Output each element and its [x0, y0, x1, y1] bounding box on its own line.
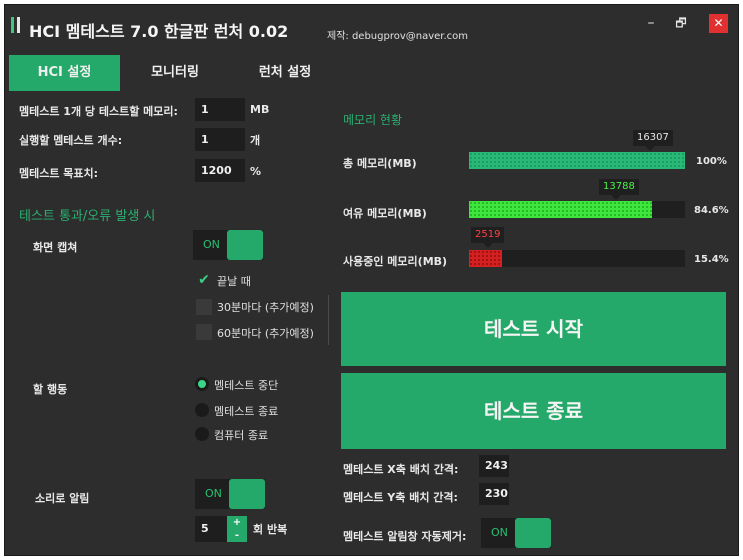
tab-hci-settings[interactable]: HCI 설정 — [9, 55, 120, 91]
capture-60min-label: 60분마다 (추가예정) — [217, 327, 314, 340]
target-unit: % — [250, 165, 262, 178]
total-memory-bar — [469, 152, 685, 169]
memory-per-test-input[interactable]: 1 — [195, 98, 245, 121]
capture-label: 화면 캡쳐 — [33, 241, 78, 254]
total-memory-percent: 100% — [696, 156, 727, 167]
auto-close-toggle-knob — [515, 518, 551, 548]
tab-launcher-settings[interactable]: 런처 설정 — [235, 55, 335, 91]
app-window: HCI 멤테스트 7.0 한글판 런처 0.02 제작: debugprov@n… — [4, 4, 739, 556]
y-gap-label: 멤테스트 Y축 배치 간격: — [343, 491, 458, 504]
auto-close-toggle[interactable]: ON — [481, 518, 551, 548]
start-test-button[interactable]: 테스트 시작 — [341, 292, 726, 366]
radio-stop-memtest-label: 멤테스트 중단 — [214, 379, 279, 392]
free-memory-fill — [469, 201, 652, 218]
total-memory-label: 총 메모리(MB) — [343, 157, 417, 170]
capture-toggle-state: ON — [203, 238, 220, 251]
used-memory-tooltip: 2519 — [471, 227, 505, 248]
sound-label: 소리로 알림 — [35, 492, 90, 505]
app-logo-icon — [11, 17, 21, 33]
radio-stop-memtest[interactable] — [195, 377, 209, 391]
capture-on-finish-label: 끝날 때 — [217, 275, 251, 288]
used-memory-fill — [469, 250, 503, 267]
check-icon: ✔ — [198, 272, 210, 288]
radio-close-memtest[interactable] — [195, 403, 209, 417]
divider — [328, 295, 329, 345]
capture-toggle-knob — [227, 230, 263, 260]
memory-section-title: 메모리 현황 — [343, 113, 403, 127]
author-credit: 제작: debugprov@naver.com — [327, 31, 469, 42]
capture-toggle[interactable]: ON — [193, 230, 263, 260]
repeat-decrement-button[interactable]: - — [227, 529, 247, 542]
tab-monitoring[interactable]: 모니터링 — [125, 55, 225, 91]
total-memory-fill — [469, 152, 685, 169]
title-bar[interactable]: HCI 멤테스트 7.0 한글판 런처 0.02 제작: debugprov@n… — [5, 5, 738, 49]
capture-on-finish-checkbox[interactable]: ✔ — [196, 272, 212, 288]
used-memory-bar — [469, 250, 685, 267]
repeat-increment-button[interactable]: + — [227, 516, 247, 529]
total-memory-tooltip: 16307 — [633, 130, 673, 151]
stop-test-button[interactable]: 테스트 종료 — [341, 373, 726, 449]
used-memory-label: 사용중인 메모리(MB) — [343, 255, 448, 268]
instance-count-input[interactable]: 1 — [195, 128, 245, 151]
capture-60min-checkbox[interactable] — [196, 324, 212, 340]
free-memory-percent: 84.6% — [694, 205, 729, 216]
memory-per-test-unit: MB — [250, 103, 270, 116]
minimize-button[interactable]: – — [641, 13, 661, 33]
tab-bar: HCI 설정 모니터링 런처 설정 — [5, 55, 738, 91]
repeat-count-input[interactable]: 5 — [195, 516, 227, 542]
sound-toggle-knob — [229, 479, 265, 509]
on-event-section-title: 테스트 통과/오류 발생 시 — [19, 209, 156, 224]
restore-button[interactable]: 🗗 — [671, 13, 691, 33]
radio-shutdown[interactable] — [195, 427, 209, 441]
instance-count-unit: 개 — [250, 134, 261, 147]
free-memory-label: 여유 메모리(MB) — [343, 207, 427, 220]
target-label: 멤테스트 목표치: — [19, 167, 99, 180]
capture-30min-label: 30분마다 (추가예정) — [217, 301, 314, 314]
free-memory-bar — [469, 201, 685, 218]
target-input[interactable]: 1200 — [195, 159, 245, 182]
sound-toggle[interactable]: ON — [195, 479, 265, 509]
capture-30min-checkbox[interactable] — [196, 299, 212, 315]
auto-close-label: 멤테스트 알림창 자동제거: — [343, 530, 467, 543]
sound-toggle-state: ON — [205, 487, 222, 500]
x-gap-input[interactable]: 243 — [479, 455, 509, 477]
y-gap-input[interactable]: 230 — [479, 483, 509, 505]
used-memory-percent: 15.4% — [694, 254, 729, 265]
close-button[interactable]: ✕ — [709, 14, 728, 33]
radio-shutdown-label: 컴퓨터 종료 — [214, 429, 269, 442]
memory-per-test-label: 멤테스트 1개 당 테스트할 메모리: — [19, 105, 178, 118]
auto-close-toggle-state: ON — [491, 526, 508, 539]
action-label: 할 행동 — [33, 383, 68, 396]
free-memory-tooltip: 13788 — [599, 179, 639, 200]
instance-count-label: 실행할 멤테스트 개수: — [19, 134, 123, 147]
repeat-unit-label: 회 반복 — [253, 523, 288, 536]
radio-close-memtest-label: 멤테스트 종료 — [214, 405, 279, 418]
app-title: HCI 멤테스트 7.0 한글판 런처 0.02 — [29, 22, 289, 41]
x-gap-label: 멤테스트 X축 배치 간격: — [343, 463, 459, 476]
